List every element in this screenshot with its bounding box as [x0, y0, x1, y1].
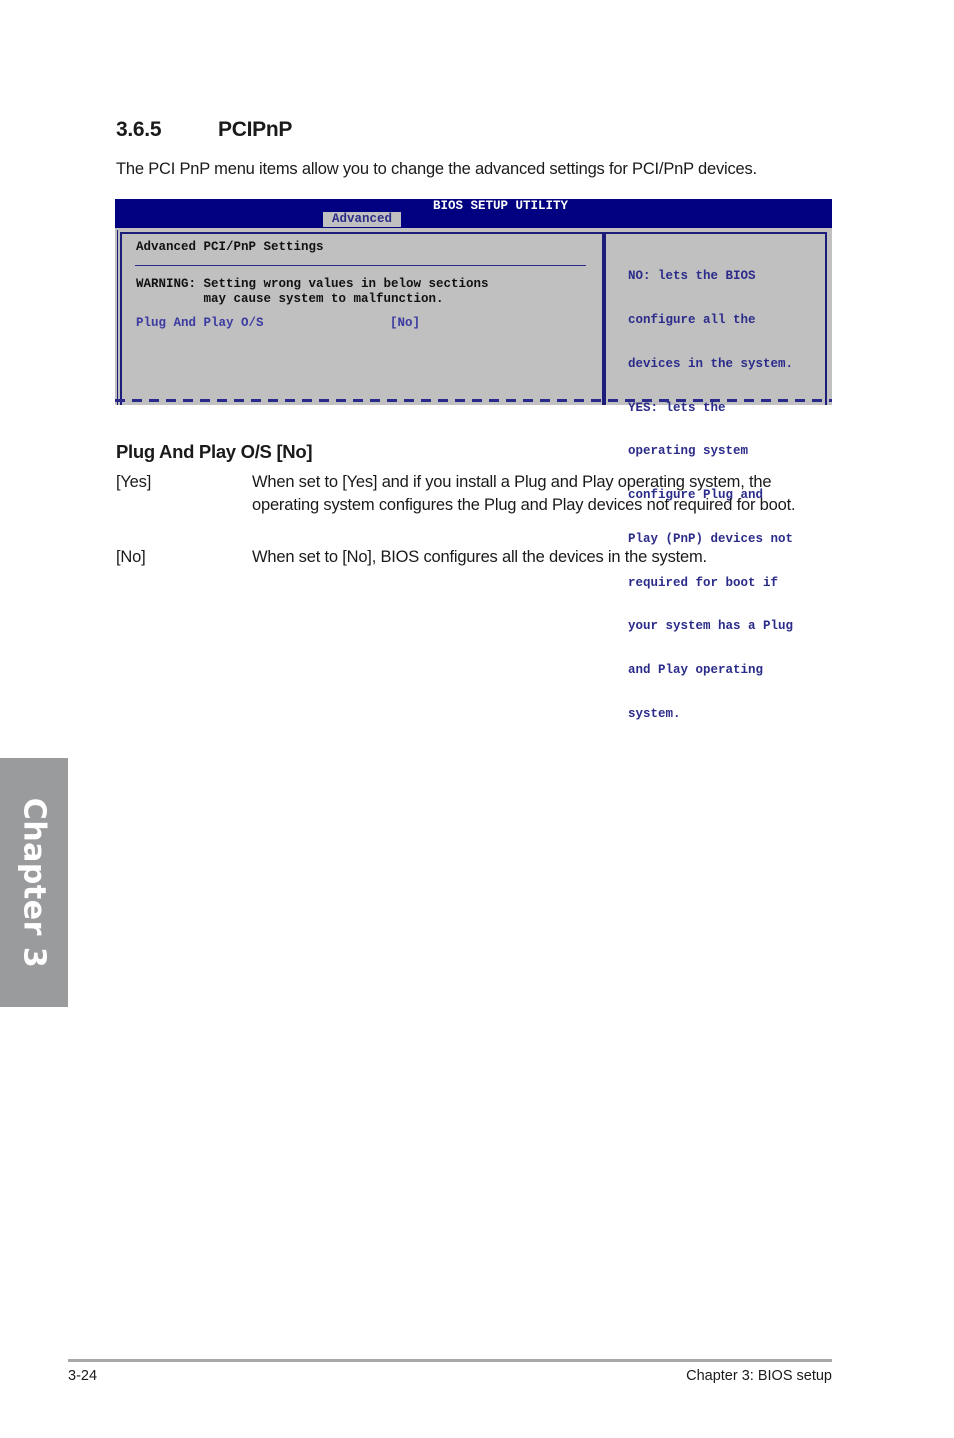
option-key-yes: [Yes]: [116, 473, 152, 491]
help-line: NO: lets the BIOS: [628, 269, 756, 284]
option-desc-yes: When set to [Yes] and if you install a P…: [252, 473, 796, 514]
section-heading: 3.6.5 PCIPnP: [116, 118, 292, 142]
help-line: YES: lets the: [628, 400, 726, 415]
chapter-side-tab: Chapter 3: [0, 758, 68, 1007]
bios-warning: WARNING: Setting wrong values in below s…: [136, 277, 489, 306]
bios-help-panel: NO: lets the BIOS configure all the devi…: [604, 232, 827, 721]
bios-item-plug-and-play-label[interactable]: Plug And Play O/S: [136, 316, 264, 331]
help-line: devices in the system.: [628, 356, 794, 371]
help-line: and Play operating: [628, 663, 764, 678]
help-line: required for boot if: [628, 575, 779, 590]
footer-rule: [68, 1359, 832, 1362]
option-key-no: [No]: [116, 548, 146, 566]
bios-header-bar: BIOS SETUP UTILITY Advanced: [115, 199, 832, 228]
section-number: 3.6.5: [116, 118, 162, 141]
footer-chapter-title: Chapter 3: BIOS setup: [686, 1368, 832, 1384]
help-line: configure all the: [628, 312, 756, 327]
help-line: your system has a Plug: [628, 619, 794, 634]
bios-warning-line: WARNING: Setting wrong values in below s…: [136, 277, 489, 291]
page-number: 3-24: [68, 1368, 98, 1384]
help-line: system.: [628, 707, 681, 721]
bios-title: BIOS SETUP UTILITY: [432, 199, 569, 213]
bios-screenshot: BIOS SETUP UTILITY Advanced Advanced PCI…: [115, 199, 832, 721]
section-intro: The PCI PnP menu items allow you to chan…: [116, 160, 757, 178]
bios-divider: [135, 265, 586, 266]
item-heading: Plug And Play O/S [No]: [116, 441, 313, 462]
bios-dashed-cut-line: [115, 399, 832, 402]
chapter-tab-label: Chapter 3: [16, 797, 52, 968]
help-line: Play (PnP) devices not: [628, 531, 794, 546]
help-line: operating system: [628, 444, 749, 459]
bios-settings-panel: Advanced PCI/PnP Settings WARNING: Setti…: [120, 232, 604, 405]
bios-tab-advanced[interactable]: Advanced: [323, 212, 401, 227]
section-title: PCIPnP: [218, 118, 293, 141]
bios-item-plug-and-play-value[interactable]: [No]: [390, 316, 420, 331]
option-desc-no: When set to [No], BIOS configures all th…: [252, 548, 707, 566]
bios-panel-title: Advanced PCI/PnP Settings: [136, 240, 324, 254]
bios-warning-line: may cause system to malfunction.: [136, 291, 444, 306]
